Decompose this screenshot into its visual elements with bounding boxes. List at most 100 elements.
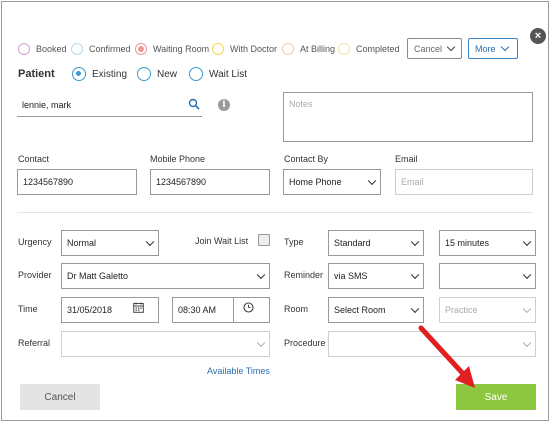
chevron-down-icon [256,338,266,348]
chevron-down-icon [522,304,532,314]
time-divider [233,297,234,323]
more-label: More [475,43,496,54]
status-confirmed: Confirmed [71,42,131,56]
chevron-down-icon [522,270,532,280]
close-icon[interactable]: × [530,28,546,44]
referral-label: Referral [18,338,51,348]
radio-selected-icon [72,67,86,81]
urgency-value: Normal [67,238,97,248]
type-select[interactable]: Standard [328,230,424,256]
more-dropdown[interactable]: More [468,38,518,59]
reminder-extra-select[interactable] [439,263,536,289]
duration-value: 15 minutes [445,238,490,248]
mobile-phone-value: 1234567890 [156,177,207,187]
join-wait-list-checkbox[interactable] [258,234,270,246]
radio-label: Existing [92,68,128,80]
time-value: 08:30 AM [178,305,217,315]
search-icon[interactable] [188,98,200,110]
provider-label: Provider [18,270,52,280]
reminder-label: Reminder [284,270,324,280]
referral-select[interactable] [61,331,270,357]
status-waiting-room: Waiting Room [135,42,209,56]
header-cancel-label: Cancel [414,43,443,54]
booked-status-icon [18,43,30,55]
duration-select[interactable]: 15 minutes [439,230,536,256]
header-cancel-dropdown[interactable]: Cancel [407,38,462,59]
contact-by-select[interactable]: Home Phone [283,169,381,195]
status-label: At Billing [300,44,336,54]
urgency-select[interactable]: Normal [61,230,159,256]
chevron-down-icon [522,237,532,247]
chevron-down-icon [500,42,509,52]
at-billing-status-icon [282,43,294,55]
reminder-select[interactable]: via SMS [328,263,424,289]
chevron-down-icon [145,237,155,247]
radio-existing[interactable]: Existing [72,67,127,81]
waiting-room-status-icon [135,43,147,55]
chevron-down-icon [367,176,377,186]
chevron-down-icon [446,42,456,52]
status-label: Completed [356,44,400,54]
contact-label: Contact [18,154,50,164]
email-label: Email [395,154,418,164]
status-completed: Completed [338,42,400,56]
patient-search-value: lennie, mark [22,99,72,110]
date-input[interactable]: 31/05/2018 [61,297,159,323]
reminder-value: via SMS [334,271,368,281]
chevron-down-icon [410,270,420,280]
provider-value: Dr Matt Galetto [67,271,129,281]
chevron-down-icon [410,237,420,247]
practice-select[interactable]: Practice [439,297,536,323]
confirmed-status-icon [71,43,83,55]
email-input[interactable]: Email [395,169,533,195]
status-booked: Booked [18,42,67,56]
annotation-arrow-icon [418,325,475,388]
chevron-down-icon [522,338,532,348]
urgency-label: Urgency [18,237,52,247]
available-times-link[interactable]: Available Times [207,366,270,376]
contact-by-value: Home Phone [289,177,342,187]
chevron-down-icon [410,304,420,314]
section-divider [17,212,533,213]
radio-new[interactable]: New [137,67,177,81]
info-icon[interactable]: i [218,99,230,111]
mobile-phone-label: Mobile Phone [150,154,206,164]
contact-by-label: Contact By [284,154,329,164]
type-label: Type [284,237,304,247]
status-label: Booked [36,44,67,54]
radio-label: Wait List [209,68,247,80]
email-placeholder: Email [401,177,424,187]
status-with-doctor: With Doctor [212,42,277,56]
calendar-icon[interactable] [133,302,144,313]
notes-placeholder: Notes [289,99,313,109]
radio-icon [189,67,203,81]
status-at-billing: At Billing [282,42,335,56]
time-label: Time [18,304,38,314]
time-input[interactable]: 08:30 AM [172,297,270,323]
notes-textarea[interactable]: Notes [283,92,533,142]
radio-label: New [157,68,178,80]
completed-status-icon [338,43,350,55]
type-value: Standard [334,238,371,248]
provider-select[interactable]: Dr Matt Galetto [61,263,270,289]
radio-icon [137,67,151,81]
status-label: Confirmed [89,44,131,54]
join-wait-list-label: Join Wait List [195,236,249,246]
patient-label: Patient [18,68,55,80]
with-doctor-status-icon [212,43,224,55]
date-value: 31/05/2018 [67,305,113,315]
room-value: Select Room [334,305,386,315]
radio-wait-list[interactable]: Wait List [189,67,247,81]
cancel-button[interactable]: Cancel [20,384,100,410]
practice-placeholder: Practice [445,305,478,315]
room-select[interactable]: Select Room [328,297,424,323]
patient-search-input[interactable]: lennie, mark [17,93,202,117]
chevron-down-icon [256,270,266,280]
mobile-phone-input[interactable]: 1234567890 [150,169,270,195]
contact-value: 1234567890 [23,177,74,187]
room-label: Room [284,304,309,314]
contact-input[interactable]: 1234567890 [17,169,137,195]
status-label: With Doctor [230,44,278,54]
procedure-label: Procedure [284,338,326,348]
clock-icon[interactable] [243,302,254,313]
